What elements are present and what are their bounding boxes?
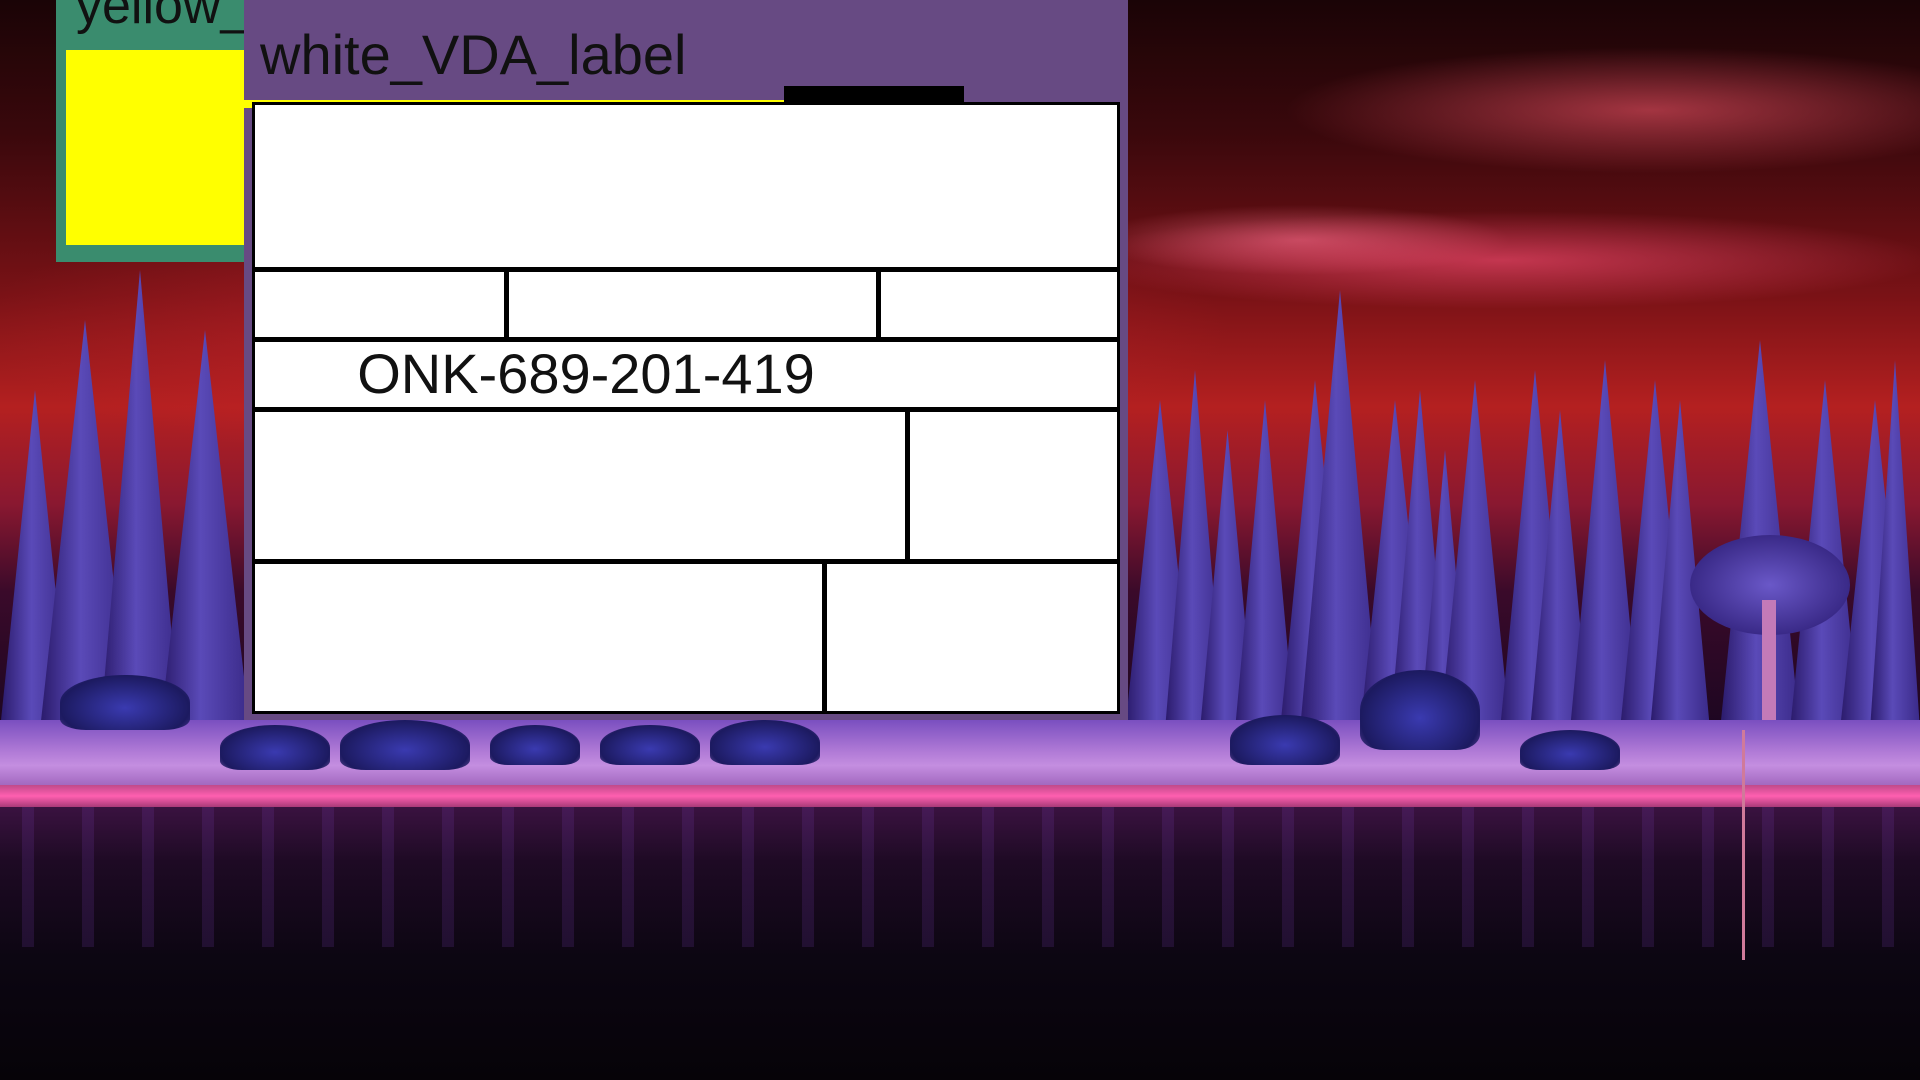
label-number: ONK-689-201-419 — [357, 342, 815, 405]
label-field-header — [255, 105, 1117, 269]
vda-label: ONK-689-201-419 — [252, 102, 1120, 714]
label-column-divider — [504, 267, 509, 341]
label-row-divider — [255, 267, 1117, 272]
vda-window-title: white_VDA_label — [260, 23, 687, 86]
label-column-divider — [876, 267, 881, 341]
desktop-scene: yellow_ F white_VDA_label ONK-689-201-41… — [0, 0, 1920, 1080]
yellow-label-title: yellow_ — [76, 0, 250, 35]
label-column-divider — [822, 559, 827, 711]
yellow-label-window[interactable]: yellow_ F — [56, 0, 283, 262]
yellow-label-content: F — [66, 50, 283, 245]
white-vda-label-window[interactable]: white_VDA_label ONK-689-201-419 — [244, 0, 1128, 720]
bare-tree — [1742, 730, 1745, 960]
background-shoreline — [0, 785, 1920, 807]
water-reflection — [0, 807, 1920, 947]
palm-trunk — [1762, 600, 1776, 720]
label-row-divider — [255, 407, 1117, 412]
label-row-divider — [255, 559, 1117, 564]
label-column-divider — [905, 407, 910, 563]
